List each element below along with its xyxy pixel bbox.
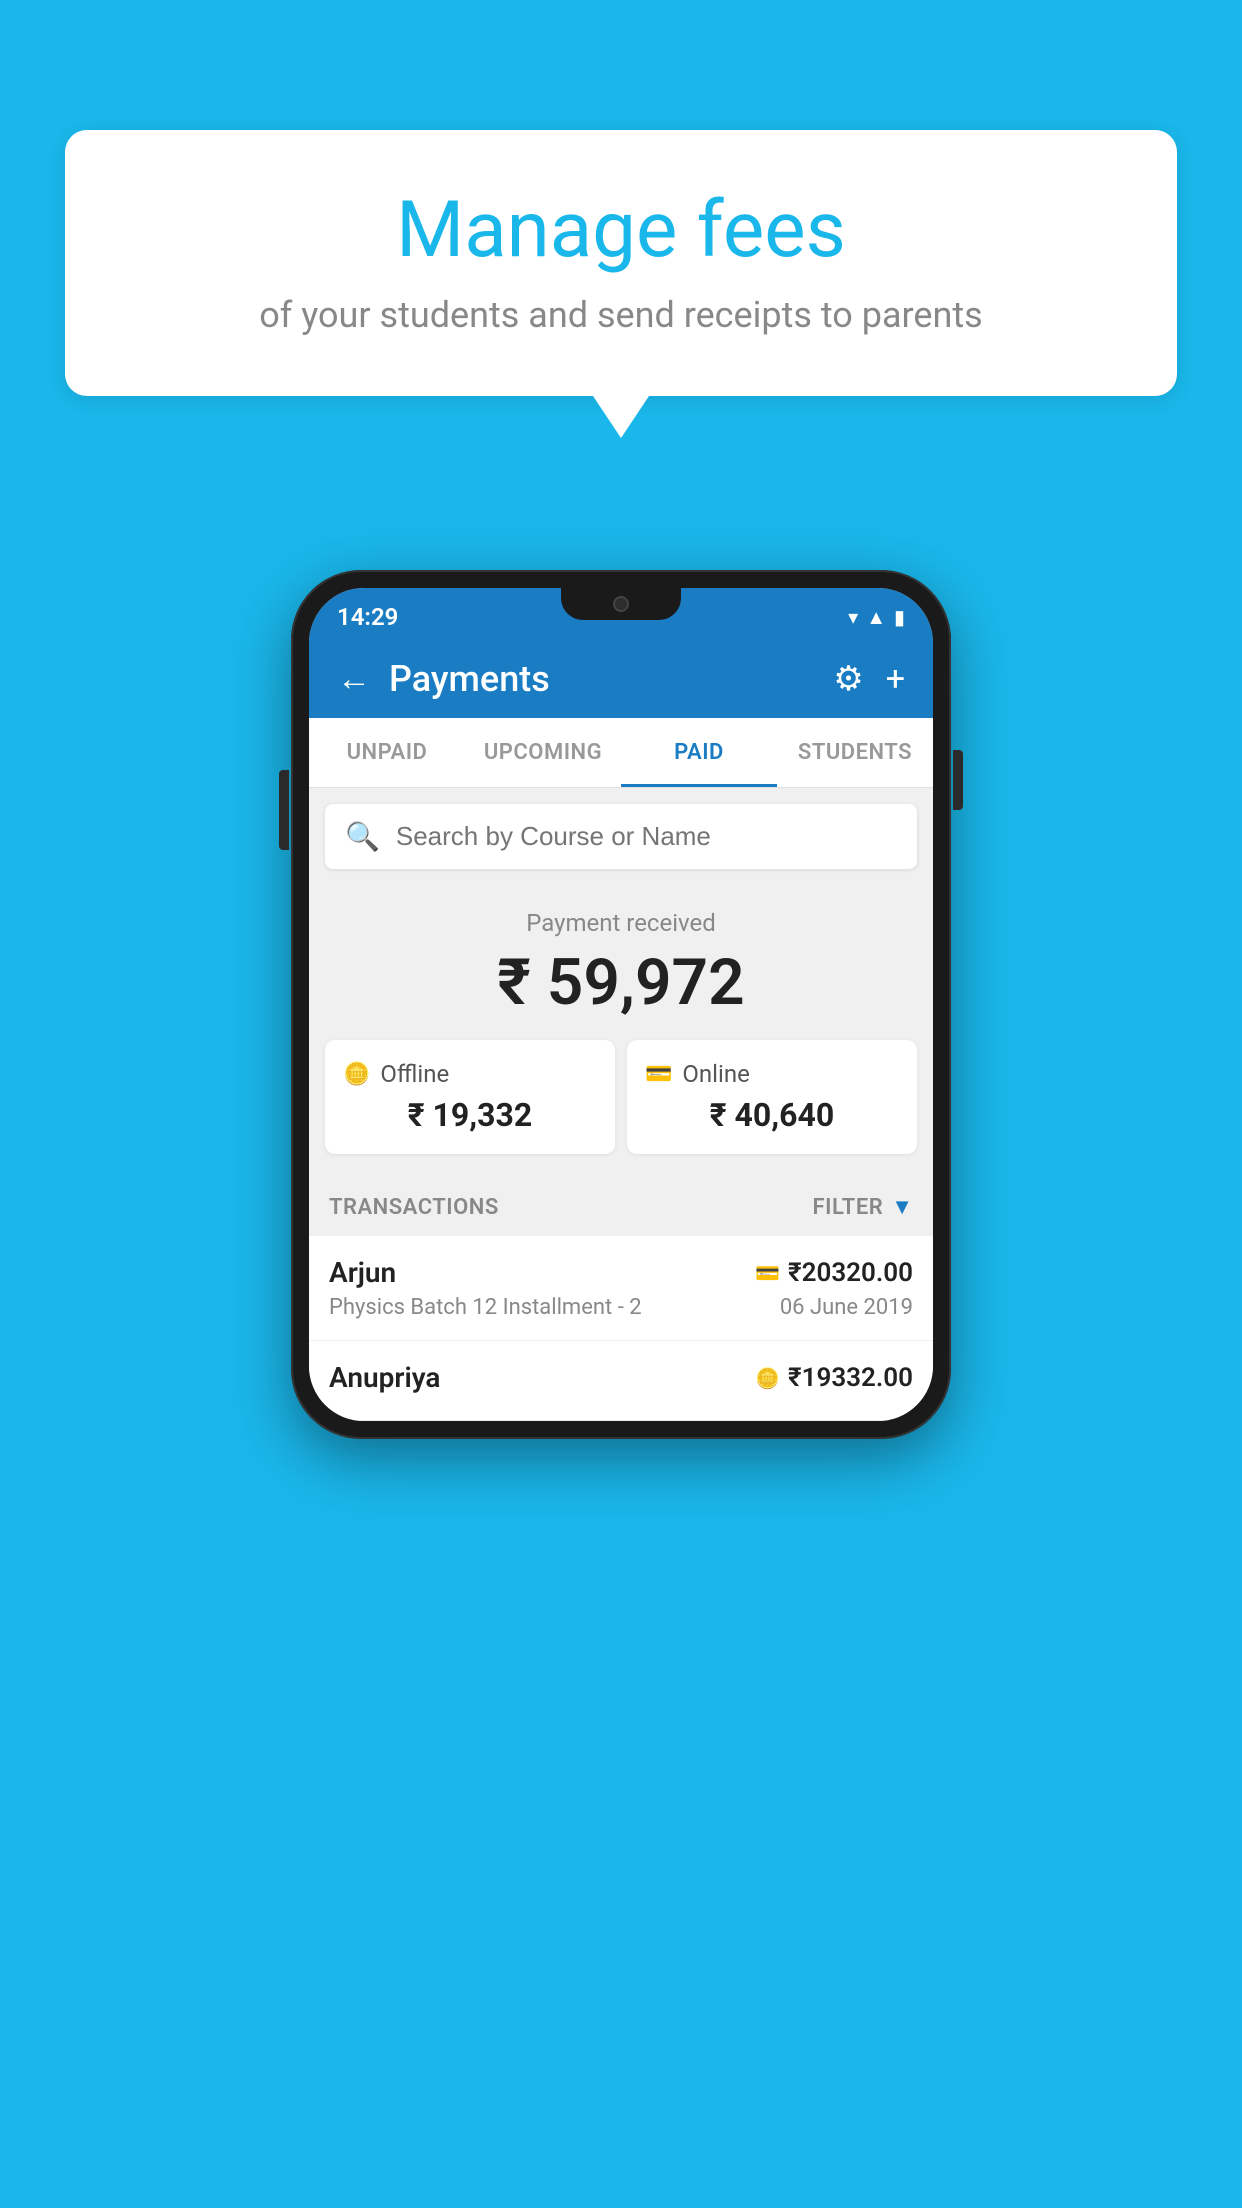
transaction-amount-container-2: 🪙 ₹19332.00: [755, 1363, 913, 1393]
tab-paid[interactable]: PAID: [621, 718, 777, 787]
transaction-amount-2: ₹19332.00: [788, 1363, 913, 1393]
speech-bubble-container: Manage fees of your students and send re…: [65, 130, 1177, 396]
online-amount: ₹ 40,640: [645, 1096, 899, 1134]
offline-amount: ₹ 19,332: [343, 1096, 597, 1134]
online-icon-1: 💳: [755, 1261, 780, 1285]
transaction-row-2[interactable]: Anupriya 🪙 ₹19332.00: [309, 1341, 933, 1421]
speech-bubble: Manage fees of your students and send re…: [65, 130, 1177, 396]
tab-students[interactable]: STUDENTS: [777, 718, 933, 787]
offline-card-header: 🪙 Offline: [343, 1060, 597, 1088]
online-payment-icon: 💳: [645, 1062, 672, 1087]
speech-bubble-title: Manage fees: [125, 185, 1117, 276]
phone-mockup: 14:29 ▾ ▲ ▮ ← Payments ⚙ +: [291, 570, 951, 1439]
phone-outer: 14:29 ▾ ▲ ▮ ← Payments ⚙ +: [291, 570, 951, 1439]
settings-icon[interactable]: ⚙: [833, 659, 863, 699]
transactions-header: TRANSACTIONS FILTER ▼: [309, 1178, 933, 1236]
transaction-course-1: Physics Batch 12 Installment - 2: [329, 1295, 642, 1320]
tab-upcoming[interactable]: UPCOMING: [465, 718, 621, 787]
phone-notch: [561, 588, 681, 620]
wifi-icon: ▾: [848, 605, 858, 629]
online-card-header: 💳 Online: [645, 1060, 899, 1088]
transaction-amount-container-1: 💳 ₹20320.00: [755, 1258, 913, 1288]
signal-icon: ▲: [866, 605, 886, 630]
transaction-bottom-1: Physics Batch 12 Installment - 2 06 June…: [329, 1295, 913, 1320]
online-label: Online: [682, 1060, 749, 1088]
offline-payment-icon: 🪙: [343, 1062, 370, 1087]
notch-camera: [613, 596, 629, 612]
transaction-amount-1: ₹20320.00: [788, 1258, 913, 1288]
total-payment-amount: ₹ 59,972: [325, 945, 917, 1020]
search-input[interactable]: [396, 821, 897, 852]
app-header: ← Payments ⚙ +: [309, 640, 933, 718]
tab-unpaid[interactable]: UNPAID: [309, 718, 465, 787]
transaction-top-1: Arjun 💳 ₹20320.00: [329, 1256, 913, 1289]
filter-icon: ▼: [891, 1194, 913, 1220]
search-icon: 🔍: [345, 820, 380, 853]
add-icon[interactable]: +: [886, 659, 905, 699]
status-icons: ▾ ▲ ▮: [848, 605, 905, 630]
payment-cards: 🪙 Offline ₹ 19,332 💳 Online ₹ 40,640: [325, 1040, 917, 1154]
filter-label: FILTER: [813, 1195, 884, 1220]
transaction-name-2: Anupriya: [329, 1361, 440, 1394]
battery-icon: ▮: [894, 605, 905, 629]
page-title: Payments: [389, 658, 550, 700]
transaction-row[interactable]: Arjun 💳 ₹20320.00 Physics Batch 12 Insta…: [309, 1236, 933, 1341]
speech-bubble-subtitle: of your students and send receipts to pa…: [125, 294, 1117, 336]
transactions-label: TRANSACTIONS: [329, 1195, 499, 1220]
transaction-top-2: Anupriya 🪙 ₹19332.00: [329, 1361, 913, 1394]
header-right: ⚙ +: [833, 659, 905, 699]
offline-label: Offline: [380, 1060, 449, 1088]
transaction-date-1: 06 June 2019: [780, 1295, 913, 1320]
payment-summary: Payment received ₹ 59,972 🪙 Offline ₹ 19…: [309, 885, 933, 1178]
online-payment-card: 💳 Online ₹ 40,640: [627, 1040, 917, 1154]
payment-received-label: Payment received: [325, 909, 917, 937]
phone-screen: 14:29 ▾ ▲ ▮ ← Payments ⚙ +: [309, 588, 933, 1421]
back-button[interactable]: ←: [337, 662, 371, 696]
filter-container[interactable]: FILTER ▼: [813, 1194, 913, 1220]
offline-icon-2: 🪙: [755, 1366, 780, 1390]
header-left: ← Payments: [337, 658, 550, 700]
search-bar[interactable]: 🔍: [325, 804, 917, 869]
offline-payment-card: 🪙 Offline ₹ 19,332: [325, 1040, 615, 1154]
status-time: 14:29: [337, 603, 398, 631]
transaction-name-1: Arjun: [329, 1256, 396, 1289]
tabs-bar: UNPAID UPCOMING PAID STUDENTS: [309, 718, 933, 788]
